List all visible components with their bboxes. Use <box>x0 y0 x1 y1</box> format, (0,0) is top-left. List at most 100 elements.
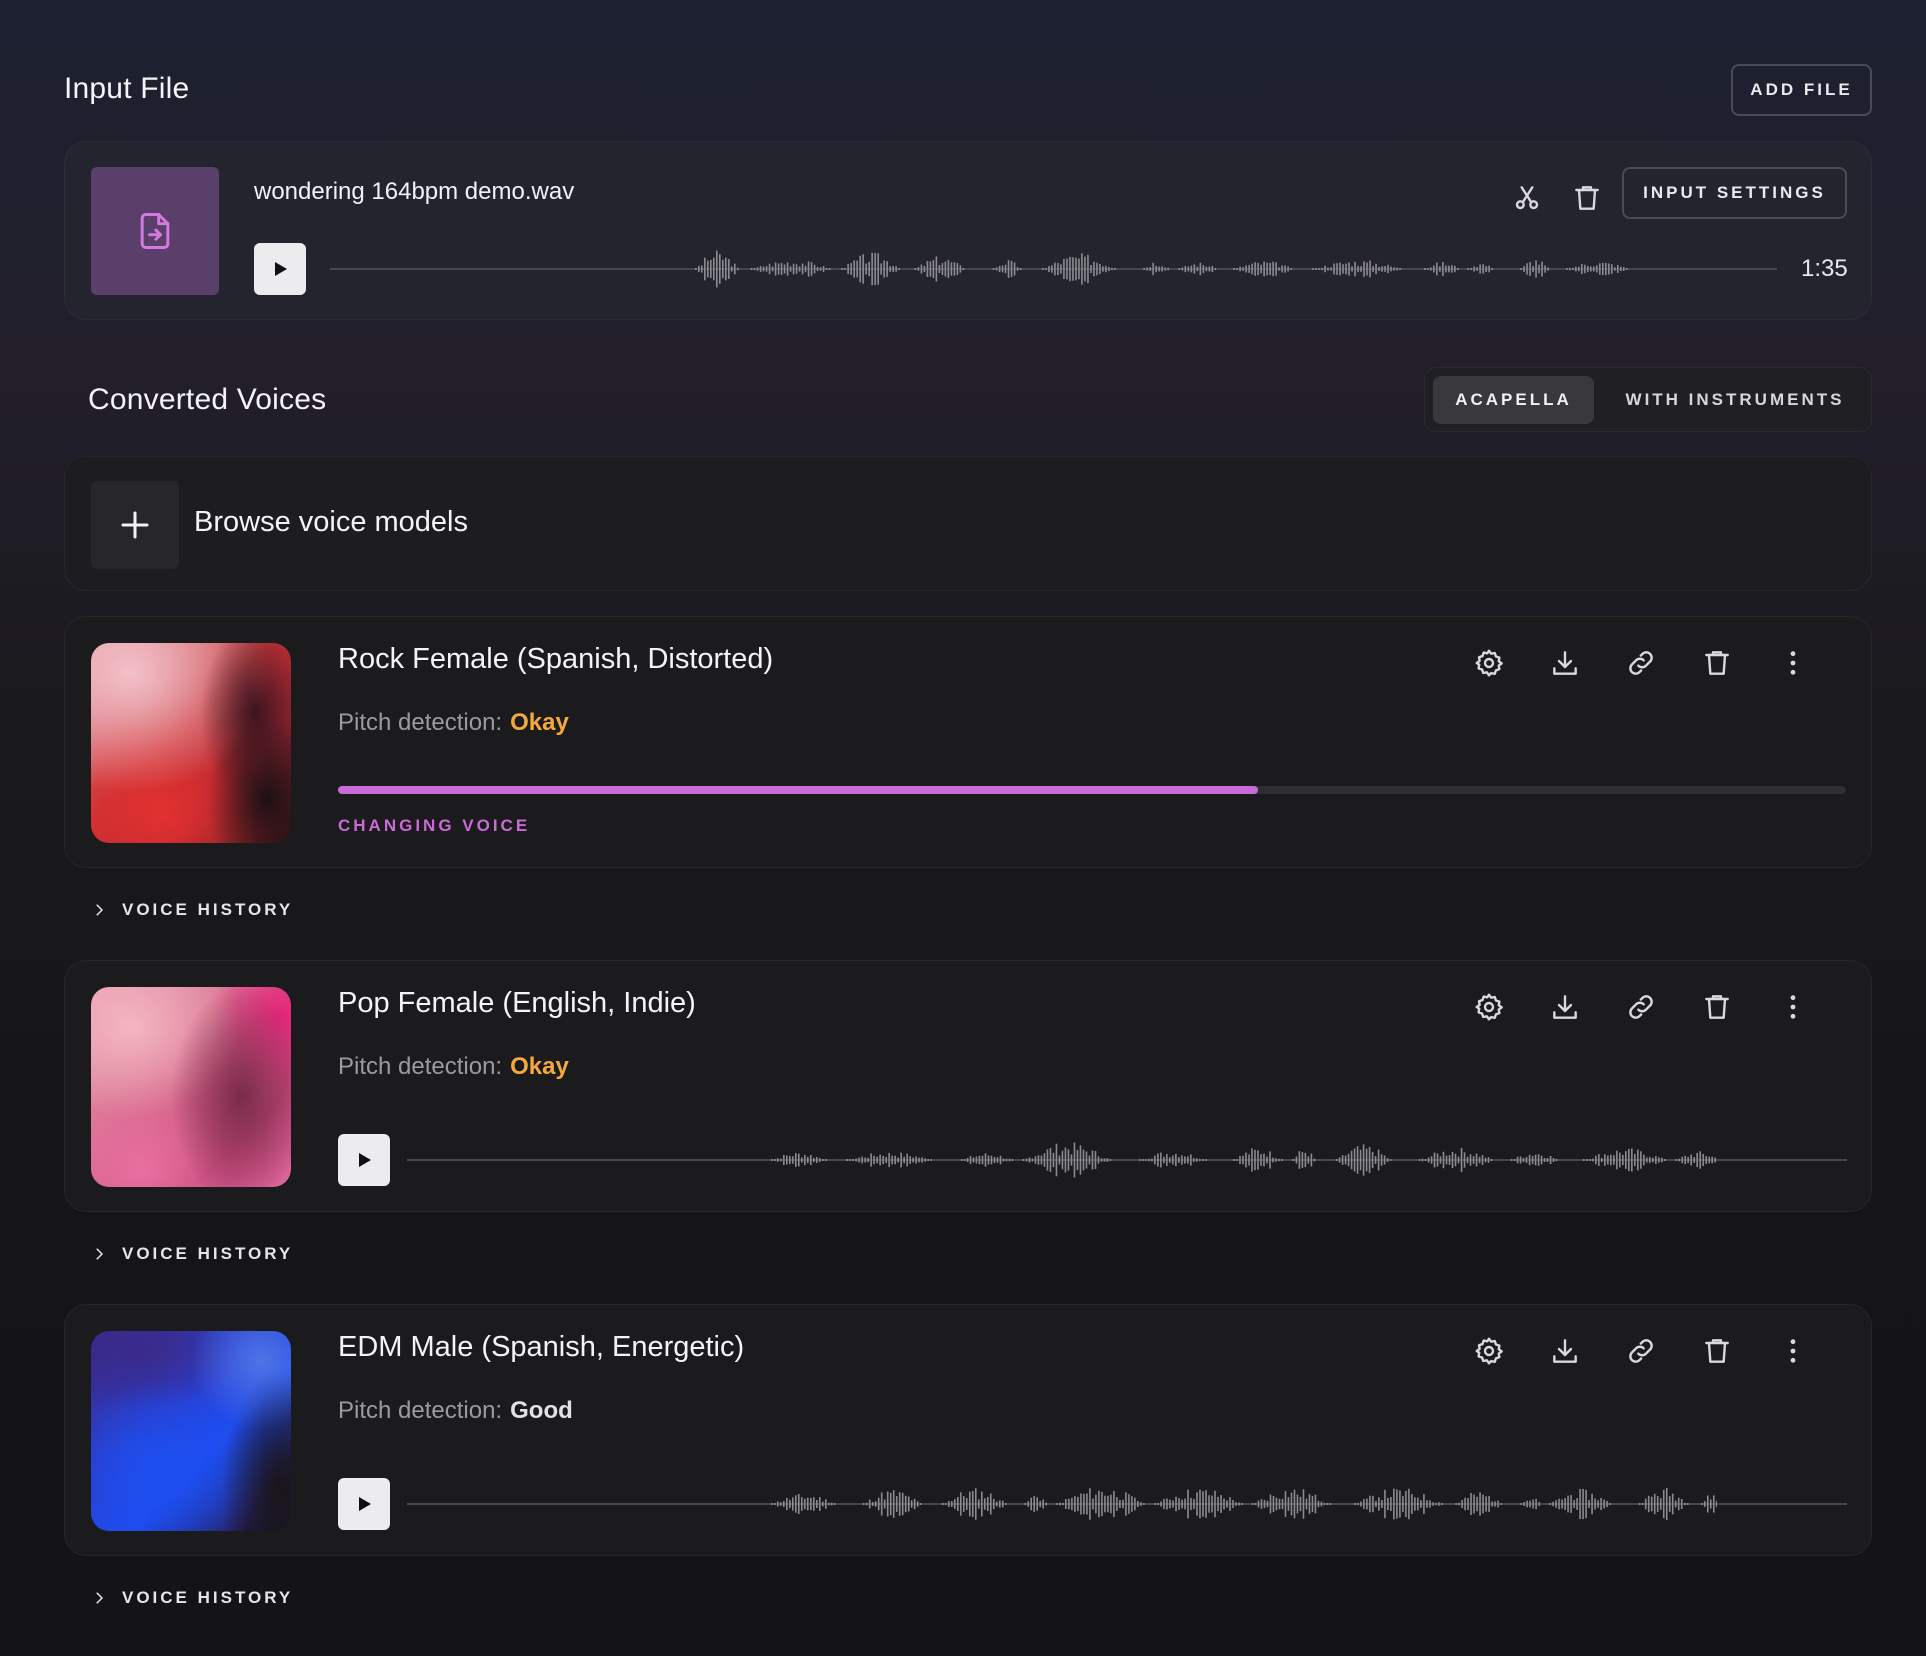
trim-button[interactable] <box>1505 176 1549 220</box>
waveform-bar <box>1348 262 1350 276</box>
delete-voice-button[interactable] <box>1695 1329 1739 1373</box>
voice-play-button[interactable] <box>338 1134 390 1186</box>
waveform-bar <box>1043 1153 1046 1167</box>
waveform-bar <box>1005 1158 1008 1162</box>
waveform-bar <box>892 266 894 272</box>
waveform-bar <box>1354 261 1356 277</box>
waveform-bar <box>1125 1492 1127 1516</box>
input-play-button[interactable] <box>254 243 306 295</box>
waveform-bar <box>1002 1158 1005 1162</box>
waveform-bar <box>1362 1144 1365 1176</box>
waveform-bar <box>1146 267 1148 271</box>
download-button[interactable] <box>1543 641 1587 685</box>
waveform-bar <box>1442 262 1444 276</box>
voice-settings-button[interactable] <box>1467 1329 1511 1373</box>
waveform-bar <box>1523 266 1525 272</box>
waveform-bar <box>1438 1502 1440 1506</box>
waveform-bar <box>944 261 947 277</box>
download-button[interactable] <box>1543 985 1587 1029</box>
share-link-button[interactable] <box>1619 985 1663 1029</box>
waveform-bar <box>1466 1156 1469 1164</box>
browse-voice-models-card[interactable]: Browse voice models <box>64 456 1872 591</box>
waveform-bar <box>1661 1157 1663 1163</box>
waveform-bar <box>1314 1494 1317 1514</box>
more-options-button[interactable] <box>1771 641 1815 685</box>
waveform-bar <box>1143 1503 1145 1505</box>
waveform-bar <box>1711 1156 1713 1164</box>
waveform-bar <box>1160 1152 1162 1168</box>
waveform-bar <box>1436 262 1438 276</box>
download-button[interactable] <box>1543 1329 1587 1373</box>
waveform-bar <box>1131 1496 1133 1512</box>
waveform-bar <box>1196 266 1199 272</box>
waveform-bar <box>1106 1158 1109 1162</box>
waveform-bar <box>941 1503 944 1505</box>
waveform-bar <box>1623 267 1625 271</box>
voice-waveform[interactable] <box>771 1484 1717 1524</box>
waveform-bar <box>1070 1154 1073 1166</box>
delete-input-button[interactable] <box>1565 176 1609 220</box>
waveform-bar <box>807 1156 809 1164</box>
waveform-bar <box>962 1496 965 1512</box>
waveform-bar <box>1575 266 1577 272</box>
voice-settings-button[interactable] <box>1467 985 1511 1029</box>
waveform-bar <box>1251 263 1253 275</box>
waveform-bar <box>762 266 765 272</box>
input-settings-button[interactable]: INPUT SETTINGS <box>1622 167 1847 219</box>
share-link-button[interactable] <box>1619 1329 1663 1373</box>
voice-waveform[interactable] <box>771 1140 1717 1180</box>
waveform-bar <box>1007 260 1010 278</box>
waveform-bar <box>801 1157 803 1163</box>
waveform-bar <box>898 1492 901 1516</box>
waveform-bar <box>1308 1494 1311 1514</box>
waveform-bar <box>1081 253 1083 285</box>
waveform-bar <box>874 1501 877 1507</box>
waveform-bar <box>825 1499 827 1509</box>
waveform-bar <box>1096 262 1098 276</box>
more-options-button[interactable] <box>1771 985 1815 1029</box>
voice-history-toggle[interactable]: VOICE HISTORY <box>90 1244 293 1264</box>
waveform-bar <box>1169 1157 1171 1163</box>
waveform-bar <box>1305 1498 1308 1510</box>
waveform-bar <box>1699 1151 1701 1169</box>
add-file-button[interactable]: ADD FILE <box>1731 64 1872 116</box>
waveform-bar <box>950 262 953 276</box>
waveform-bar <box>1357 265 1359 273</box>
waveform-bar <box>825 1159 827 1161</box>
scissors-icon <box>1515 186 1539 210</box>
waveform-bar <box>1540 1155 1543 1165</box>
voice-settings-button[interactable] <box>1467 641 1511 685</box>
waveform-bar <box>1301 1152 1304 1168</box>
input-waveform[interactable] <box>695 249 1645 289</box>
waveform-bar <box>704 257 706 281</box>
waveform-bar <box>1393 1488 1395 1520</box>
waveform-bar <box>1251 1148 1253 1172</box>
waveform-bar <box>1335 1159 1338 1161</box>
waveform-bar <box>1590 266 1592 272</box>
waveform-bar <box>1158 266 1160 272</box>
waveform-bar <box>1139 1159 1141 1161</box>
waveform-bar <box>1381 1500 1383 1508</box>
browse-plus-tile[interactable] <box>91 481 179 569</box>
delete-voice-button[interactable] <box>1695 985 1739 1029</box>
waveform-bar <box>1193 264 1196 274</box>
more-options-button[interactable] <box>1771 1329 1815 1373</box>
waveform-bar <box>1653 1493 1656 1515</box>
waveform-bar <box>1299 1496 1302 1512</box>
waveform-bar <box>1187 1489 1189 1519</box>
waveform-bar <box>1263 261 1265 277</box>
waveform-bar <box>1329 1503 1332 1505</box>
waveform-bar <box>1062 1502 1064 1506</box>
voice-history-toggle[interactable]: VOICE HISTORY <box>90 1588 293 1608</box>
waveform-bar <box>1705 1156 1707 1164</box>
waveform-bar <box>1555 1500 1557 1508</box>
voice-play-button[interactable] <box>338 1478 390 1530</box>
tab-acapella[interactable]: ACAPELLA <box>1433 376 1594 424</box>
waveform-bar <box>1060 264 1062 274</box>
waveform-bar <box>1658 1157 1660 1163</box>
share-link-button[interactable] <box>1619 641 1663 685</box>
voice-history-toggle[interactable]: VOICE HISTORY <box>90 900 293 920</box>
tab-with-instruments[interactable]: WITH INSTRUMENTS <box>1603 376 1867 424</box>
download-icon <box>1553 1339 1577 1363</box>
delete-voice-button[interactable] <box>1695 641 1739 685</box>
